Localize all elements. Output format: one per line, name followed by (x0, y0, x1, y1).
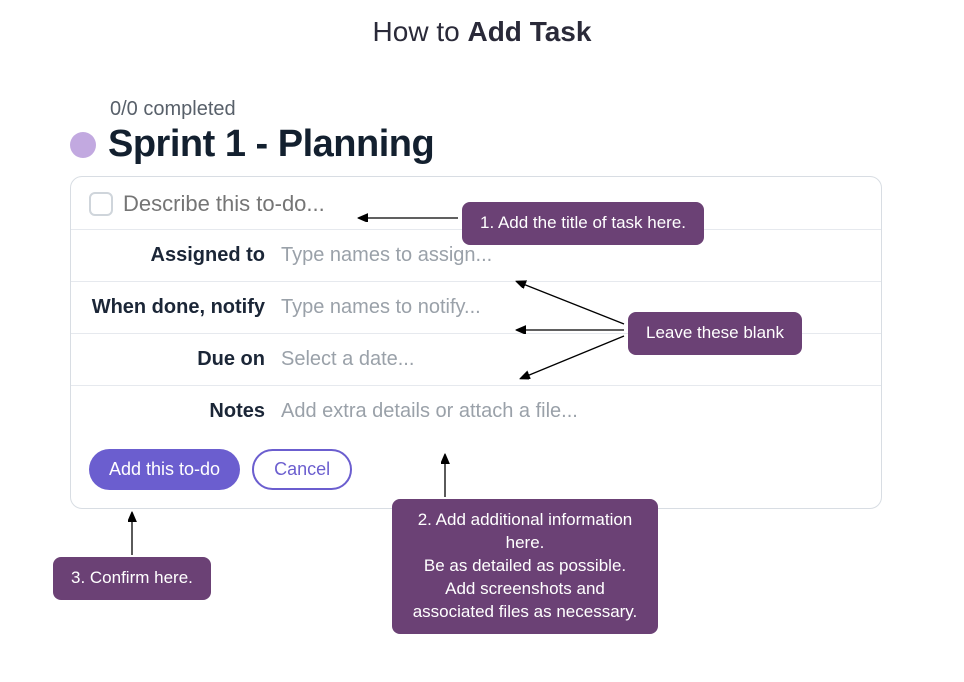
callout-2: 2. Add additional information here.Be as… (392, 499, 658, 634)
callout-3: 3. Confirm here. (53, 557, 211, 600)
callout-1: 1. Add the title of task here. (462, 202, 704, 245)
callout-leave-blank: Leave these blank (628, 312, 802, 355)
